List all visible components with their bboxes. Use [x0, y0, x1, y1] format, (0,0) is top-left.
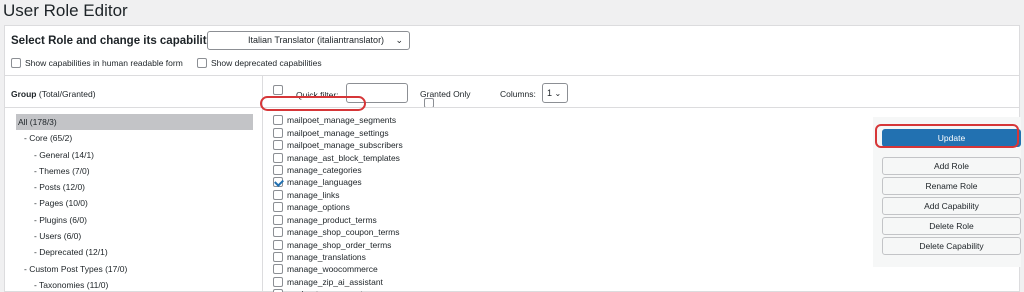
capability-item[interactable]: manage_shop_coupon_terms: [273, 226, 573, 238]
capability-checkbox[interactable]: [273, 264, 283, 275]
columns-label: Columns:: [500, 89, 536, 99]
group-heading-suffix: (Total/Granted): [38, 89, 96, 99]
deprecated-label: Show deprecated capabilities: [211, 58, 322, 68]
capability-checkbox[interactable]: [273, 127, 283, 138]
group-list: All (178/3) - Core (65/2) - General (14/…: [16, 114, 261, 292]
capability-item[interactable]: manage_links: [273, 189, 573, 201]
human-readable-checkbox[interactable]: [11, 58, 21, 68]
capability-label: manage_translations: [287, 252, 366, 263]
delete-role-button[interactable]: Delete Role: [882, 217, 1021, 235]
add-capability-button[interactable]: Add Capability: [882, 197, 1021, 215]
capability-checkbox[interactable]: [273, 115, 283, 126]
group-column: Group (Total/Granted) All (178/3) - Core…: [5, 76, 263, 292]
capability-checkbox[interactable]: [273, 276, 283, 287]
capability-checkbox[interactable]: [273, 252, 283, 263]
group-item-posts[interactable]: - Posts (12/0): [16, 179, 261, 195]
deprecated-checkbox[interactable]: [197, 58, 207, 68]
capability-label: mailpoet_manage_subscribers: [287, 140, 403, 151]
capability-checkbox[interactable]: [273, 189, 283, 200]
capability-label: manage_shop_coupon_terms: [287, 227, 400, 238]
capability-item[interactable]: moderate_comments: [273, 288, 573, 292]
capability-checkbox[interactable]: [273, 177, 283, 188]
quick-filter-input[interactable]: [346, 83, 408, 103]
capability-item[interactable]: manage_woocommerce: [273, 263, 573, 275]
capability-checkbox[interactable]: [273, 152, 283, 163]
group-heading-title: Group: [11, 89, 37, 99]
group-item-themes[interactable]: - Themes (7/0): [16, 163, 261, 179]
chevron-down-icon: ⌄: [395, 35, 403, 45]
group-item-plugins[interactable]: - Plugins (6/0): [16, 212, 261, 228]
capability-label: manage_product_terms: [287, 214, 377, 225]
page-title: User Role Editor: [3, 1, 128, 20]
group-item-pages[interactable]: - Pages (10/0): [16, 195, 261, 211]
select-all-checkbox[interactable]: [273, 85, 283, 95]
capability-item[interactable]: manage_product_terms: [273, 214, 573, 226]
role-select[interactable]: Italian Translator (italiantranslator) ⌄: [207, 31, 410, 50]
capability-label: manage_zip_ai_assistant: [287, 276, 383, 287]
capability-item[interactable]: manage_categories: [273, 164, 573, 176]
role-select-value: Italian Translator (italiantranslator): [248, 35, 385, 45]
actions-panel: Update Add Role Rename Role Add Capabili…: [873, 117, 1021, 267]
capability-item[interactable]: manage_options: [273, 201, 573, 213]
capability-item[interactable]: mailpoet_manage_settings: [273, 126, 573, 138]
capability-label: manage_links: [287, 189, 340, 200]
capability-label: manage_languages: [287, 177, 362, 188]
group-item-users[interactable]: - Users (6/0): [16, 228, 261, 244]
human-readable-label: Show capabilities in human readable form: [25, 58, 183, 68]
capability-label: manage_categories: [287, 164, 362, 175]
chevron-down-icon: ⌄: [554, 89, 562, 98]
rename-role-button[interactable]: Rename Role: [882, 177, 1021, 195]
divider: [5, 107, 262, 108]
group-item-custom-post-types[interactable]: - Custom Post Types (17/0): [16, 261, 261, 277]
capability-item[interactable]: manage_translations: [273, 251, 573, 263]
granted-only-option[interactable]: Granted Only: [420, 89, 471, 108]
capability-checkbox[interactable]: [273, 140, 283, 151]
capability-label: manage_options: [287, 202, 350, 213]
divider: [263, 107, 1019, 108]
deprecated-option[interactable]: Show deprecated capabilities: [197, 58, 322, 68]
capability-label: manage_shop_order_terms: [287, 239, 392, 250]
role-select-label: Select Role and change its capabilities:: [11, 35, 227, 47]
delete-capability-button[interactable]: Delete Capability: [882, 237, 1021, 255]
human-readable-option[interactable]: Show capabilities in human readable form: [11, 58, 183, 68]
capability-item[interactable]: manage_ast_block_templates: [273, 151, 573, 163]
quick-filter-label: Quick filter:: [296, 90, 339, 100]
group-item-all[interactable]: All (178/3): [16, 114, 253, 131]
group-item-core[interactable]: - Core (65/2): [16, 130, 261, 146]
capabilities-panel: Group (Total/Granted) All (178/3) - Core…: [4, 75, 1021, 292]
capability-item[interactable]: mailpoet_manage_segments: [273, 114, 573, 126]
add-role-button[interactable]: Add Role: [882, 157, 1021, 175]
capability-label: mailpoet_manage_segments: [287, 115, 397, 126]
capability-checkbox[interactable]: [273, 164, 283, 175]
columns-value: 1: [547, 88, 553, 98]
group-item-deprecated[interactable]: - Deprecated (12/1): [16, 244, 261, 260]
capability-item[interactable]: manage_shop_order_terms: [273, 238, 573, 250]
group-item-taxonomies[interactable]: - Taxonomies (11/0): [16, 277, 261, 292]
capability-item-manage-languages[interactable]: manage_languages: [273, 176, 573, 188]
capability-checkbox[interactable]: [273, 214, 283, 225]
columns-select[interactable]: 1 ⌄: [542, 83, 568, 103]
filter-bar: Quick filter: Granted Only Columns: 1 ⌄: [269, 76, 1021, 108]
capability-label: manage_ast_block_templates: [287, 152, 400, 163]
capability-label: manage_woocommerce: [287, 264, 378, 275]
capabilities-list: mailpoet_manage_segments mailpoet_manage…: [273, 114, 573, 292]
capability-checkbox[interactable]: [273, 239, 283, 250]
capability-item[interactable]: mailpoet_manage_subscribers: [273, 139, 573, 151]
capability-label: mailpoet_manage_settings: [287, 127, 389, 138]
capability-item[interactable]: manage_zip_ai_assistant: [273, 276, 573, 288]
group-heading: Group (Total/Granted): [11, 89, 96, 99]
capability-checkbox[interactable]: [273, 202, 283, 213]
role-selector-panel: Select Role and change its capabilities:…: [4, 25, 1020, 75]
update-button[interactable]: Update: [882, 129, 1021, 147]
capability-checkbox[interactable]: [273, 227, 283, 238]
group-item-general[interactable]: - General (14/1): [16, 147, 261, 163]
